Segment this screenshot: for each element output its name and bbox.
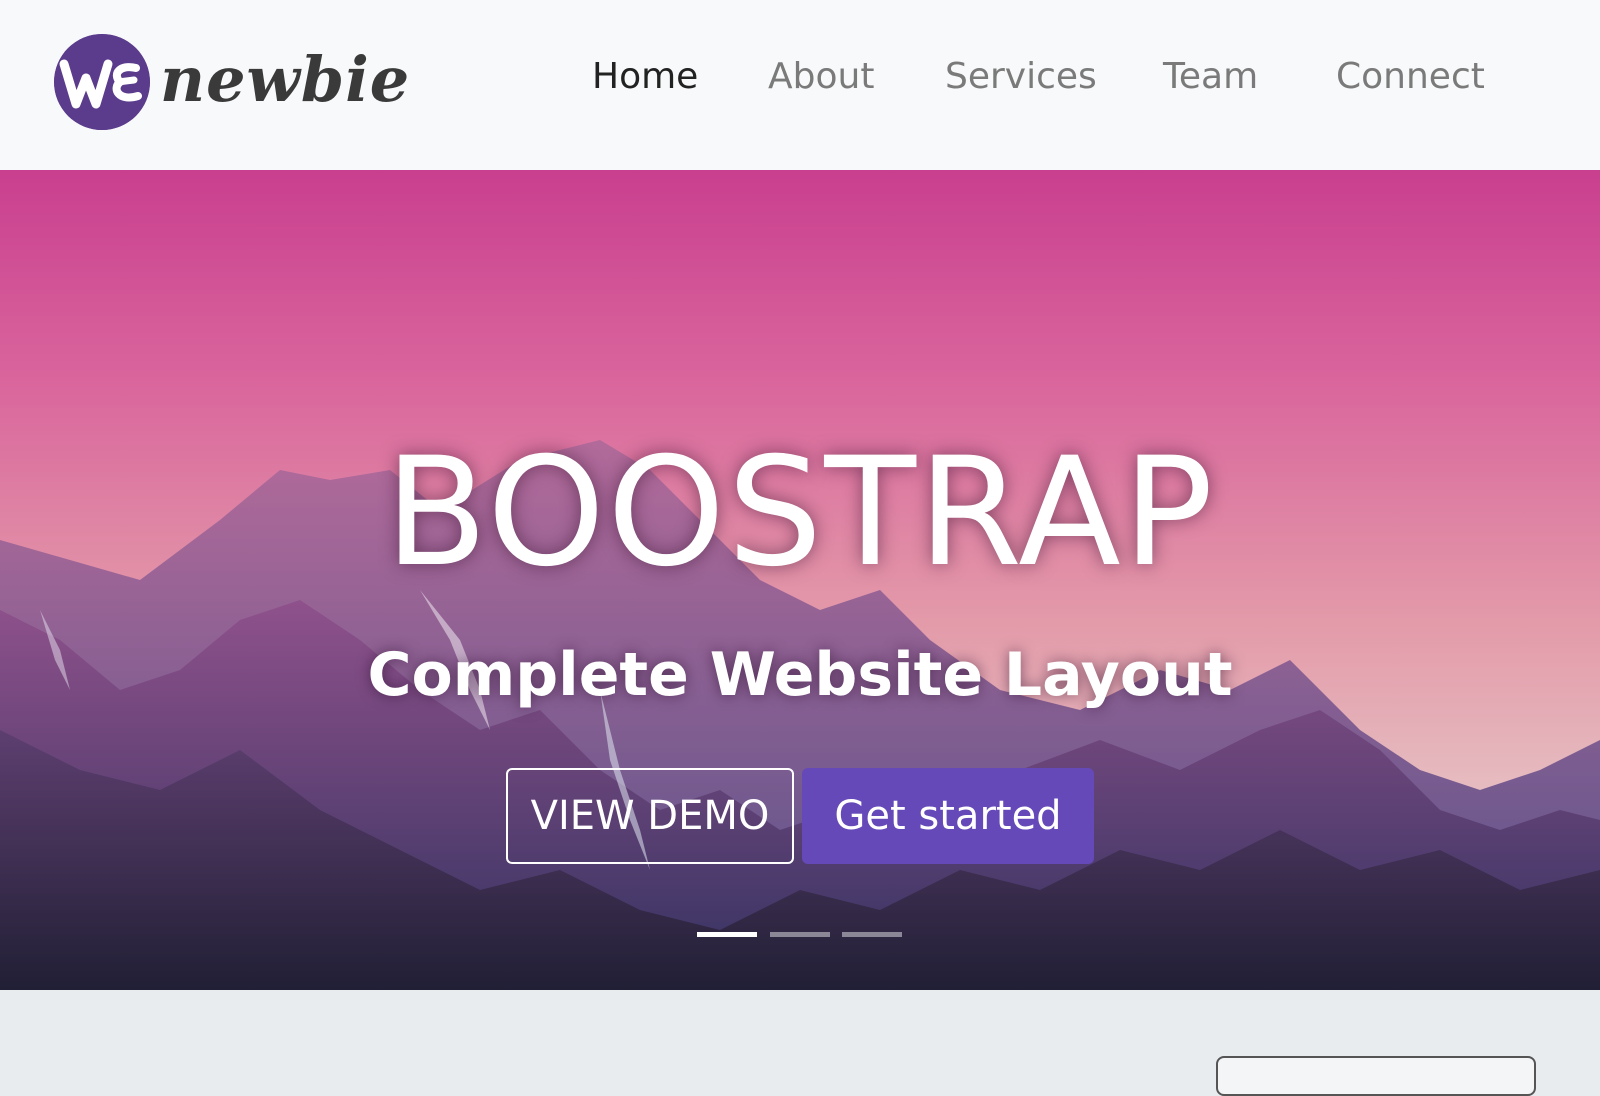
nav-item-home[interactable]: Home: [592, 56, 698, 97]
carousel-indicator-3[interactable]: [842, 932, 902, 937]
nav-links: Home About Services Team Connect: [0, 56, 1600, 116]
hero-carousel: BOOSTRAP Complete Website Layout VIEW DE…: [0, 170, 1600, 990]
nav-item-about[interactable]: About: [768, 56, 874, 97]
partial-card: [1216, 1056, 1536, 1096]
hero-caption: BOOSTRAP Complete Website Layout VIEW DE…: [0, 170, 1600, 990]
carousel-indicator-2[interactable]: [770, 932, 830, 937]
nav-item-team[interactable]: Team: [1163, 56, 1258, 97]
get-started-button[interactable]: Get started: [802, 768, 1094, 864]
carousel-indicators: [0, 932, 1600, 940]
navbar: newbie Home About Services Team Connect: [0, 0, 1600, 170]
view-demo-button[interactable]: VIEW DEMO: [506, 768, 794, 864]
hero-subtitle: Complete Website Layout: [367, 640, 1233, 710]
carousel-indicator-1[interactable]: [697, 932, 757, 937]
content-section: [0, 990, 1600, 1096]
nav-item-connect[interactable]: Connect: [1336, 56, 1485, 97]
nav-item-services[interactable]: Services: [945, 56, 1097, 97]
hero-title: BOOSTRAP: [384, 426, 1216, 600]
